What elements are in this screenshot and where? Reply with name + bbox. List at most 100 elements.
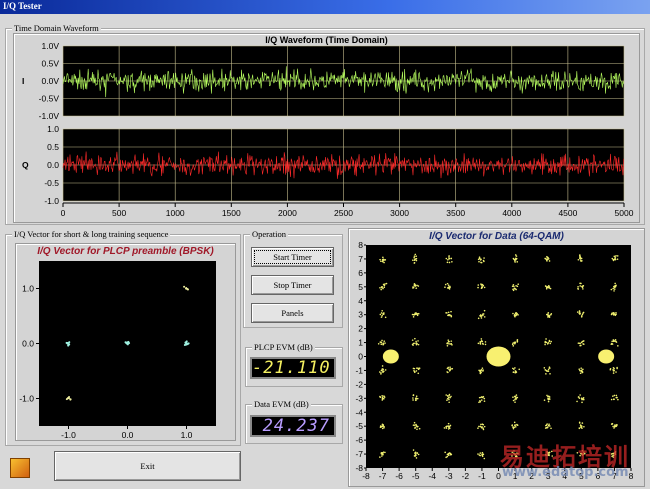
qam-point xyxy=(616,258,619,260)
qam-point xyxy=(579,394,581,396)
qam-point xyxy=(479,370,481,373)
stop-timer-button[interactable]: Stop Timer xyxy=(251,275,334,295)
qam-point xyxy=(415,343,418,346)
qam-point xyxy=(448,398,450,401)
exit-button[interactable]: Exit xyxy=(54,451,241,481)
x-tick-label: -5 xyxy=(412,471,420,481)
qam-point xyxy=(383,286,386,289)
qam-point xyxy=(481,342,484,345)
qam-point xyxy=(412,449,415,451)
channel-label-q: Q xyxy=(22,160,29,170)
qam-point xyxy=(545,373,547,375)
qam-point xyxy=(550,340,552,343)
x-tick-label: 1000 xyxy=(166,208,185,218)
qam-point xyxy=(580,425,583,427)
x-tick-label: -2 xyxy=(462,471,470,481)
qam-point xyxy=(416,284,418,287)
qam-point xyxy=(514,401,516,403)
qam-point xyxy=(514,261,516,263)
y-tick-label: 2 xyxy=(358,324,363,334)
qam-point xyxy=(446,261,449,264)
qam-point xyxy=(547,395,549,398)
qam-point xyxy=(610,313,613,316)
qam-point xyxy=(413,282,416,285)
qam-point xyxy=(482,369,484,371)
time-waveform-graph: I/Q Waveform (Time Domain) 1.0V 0.5V 0.0V -… xyxy=(13,33,640,223)
qam-point xyxy=(480,399,483,401)
qam-point xyxy=(615,394,618,397)
qam-point xyxy=(578,427,581,430)
panels-button[interactable]: Panels xyxy=(251,303,334,323)
qam-point xyxy=(615,311,617,314)
qam-point xyxy=(514,367,516,369)
qam-point xyxy=(380,260,382,263)
qam-point xyxy=(481,340,484,343)
qam-point xyxy=(483,260,485,263)
qam-point xyxy=(616,367,618,370)
qam-point xyxy=(443,427,446,429)
qam-point xyxy=(610,288,613,291)
qam-point xyxy=(448,368,450,370)
qam-point xyxy=(380,286,383,289)
qam-point xyxy=(513,285,515,288)
qam-point xyxy=(414,342,416,345)
qam-point xyxy=(514,370,517,372)
qam-point xyxy=(516,285,519,288)
qam-point xyxy=(579,258,582,260)
qam-point xyxy=(547,397,550,400)
qam-point xyxy=(581,401,583,404)
qam-point xyxy=(516,424,519,426)
qam-point xyxy=(418,427,421,430)
qam-point xyxy=(414,258,417,260)
preamble-group-label: I/Q Vector for short & long training seq… xyxy=(12,229,171,239)
qam-point xyxy=(483,397,486,400)
x-tick-label: 4000 xyxy=(502,208,521,218)
qam-point xyxy=(447,311,450,314)
qam-point xyxy=(512,312,514,315)
qam-point xyxy=(548,366,551,368)
y-tick-label: 7 xyxy=(358,254,363,264)
x-tick-label: -3 xyxy=(445,471,453,481)
qam-point xyxy=(412,424,415,426)
qam-point xyxy=(614,286,617,288)
start-timer-button[interactable]: Start Timer xyxy=(251,247,334,267)
y-tick-label: 0.0 xyxy=(22,339,34,349)
qam-point xyxy=(446,453,449,456)
qam-point xyxy=(478,454,481,456)
qam-point xyxy=(544,285,547,287)
qam-point xyxy=(415,457,418,459)
qam-point xyxy=(416,428,418,431)
x-tick-label: -6 xyxy=(395,471,403,481)
qam-point xyxy=(547,257,550,260)
y-tick-label: 5 xyxy=(358,282,363,292)
qam-point xyxy=(514,426,517,428)
time-plots: 1.0V 0.5V 0.0V -0.5V -1.0V I 1.0 0.5 0.0 -0.5 -1.0… xyxy=(22,41,634,218)
plcp-evm-label: PLCP EVM (dB) xyxy=(252,342,315,352)
qam-point xyxy=(480,317,483,319)
y-tick-label: -4 xyxy=(355,407,363,417)
qam-point xyxy=(580,397,583,400)
qam-point xyxy=(447,396,450,399)
qam-point xyxy=(445,312,447,314)
qam-point xyxy=(477,453,479,455)
qam-point xyxy=(450,453,453,456)
qam-point xyxy=(483,457,486,460)
qam-point xyxy=(576,311,579,313)
qam-point xyxy=(547,424,550,427)
qam-point xyxy=(582,288,584,290)
y-tick-label: -3 xyxy=(355,393,363,403)
qam-point xyxy=(411,343,414,346)
y-tick-label: -5 xyxy=(355,421,363,431)
preamble-graph: I/Q Vector for PLCP preamble (BPSK) 1.0 0… xyxy=(15,243,236,441)
qam-point xyxy=(447,340,450,343)
qam-point xyxy=(479,401,482,403)
qam-point xyxy=(382,256,384,259)
x-tick-label: 8 xyxy=(629,471,634,481)
qam-point xyxy=(512,289,515,292)
qam-point xyxy=(547,400,550,403)
constellation-point xyxy=(69,398,72,401)
qam-point xyxy=(615,313,617,316)
qam-point xyxy=(382,368,385,371)
qam-point xyxy=(616,423,618,426)
qam-point xyxy=(549,372,551,375)
